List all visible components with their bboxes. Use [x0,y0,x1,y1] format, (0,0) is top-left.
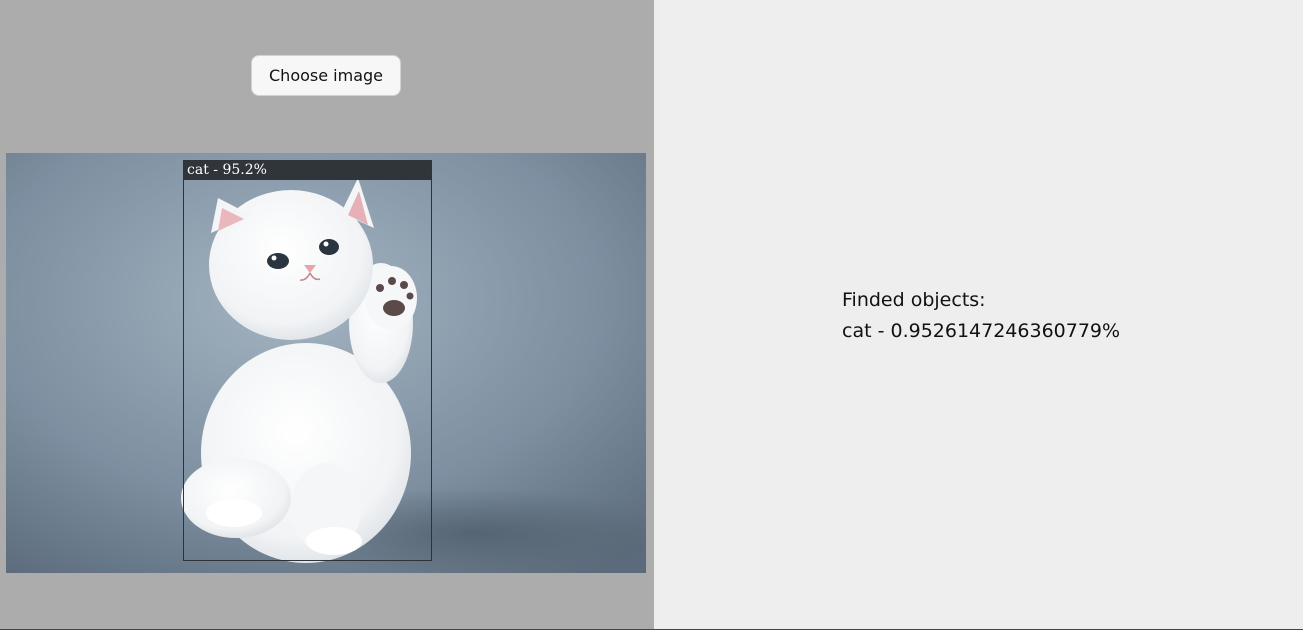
choose-image-button[interactable]: Choose image [251,55,401,96]
upload-panel: Choose image cat - 95.2% [0,0,654,630]
result-item: cat - 0.9526147246360779% [842,320,1121,342]
results-panel: Finded objects: cat - 0.9526147246360779… [654,0,1303,630]
detection-bounding-box: cat - 95.2% [183,160,432,561]
results-heading: Finded objects: [842,289,986,311]
results-list: Finded objects: cat - 0.9526147246360779… [842,285,1120,347]
uploaded-image: cat - 95.2% [6,153,646,573]
detection-label: cat - 95.2% [184,161,431,180]
app-window: Choose image cat - 95.2% Finded objects:… [0,0,1303,630]
